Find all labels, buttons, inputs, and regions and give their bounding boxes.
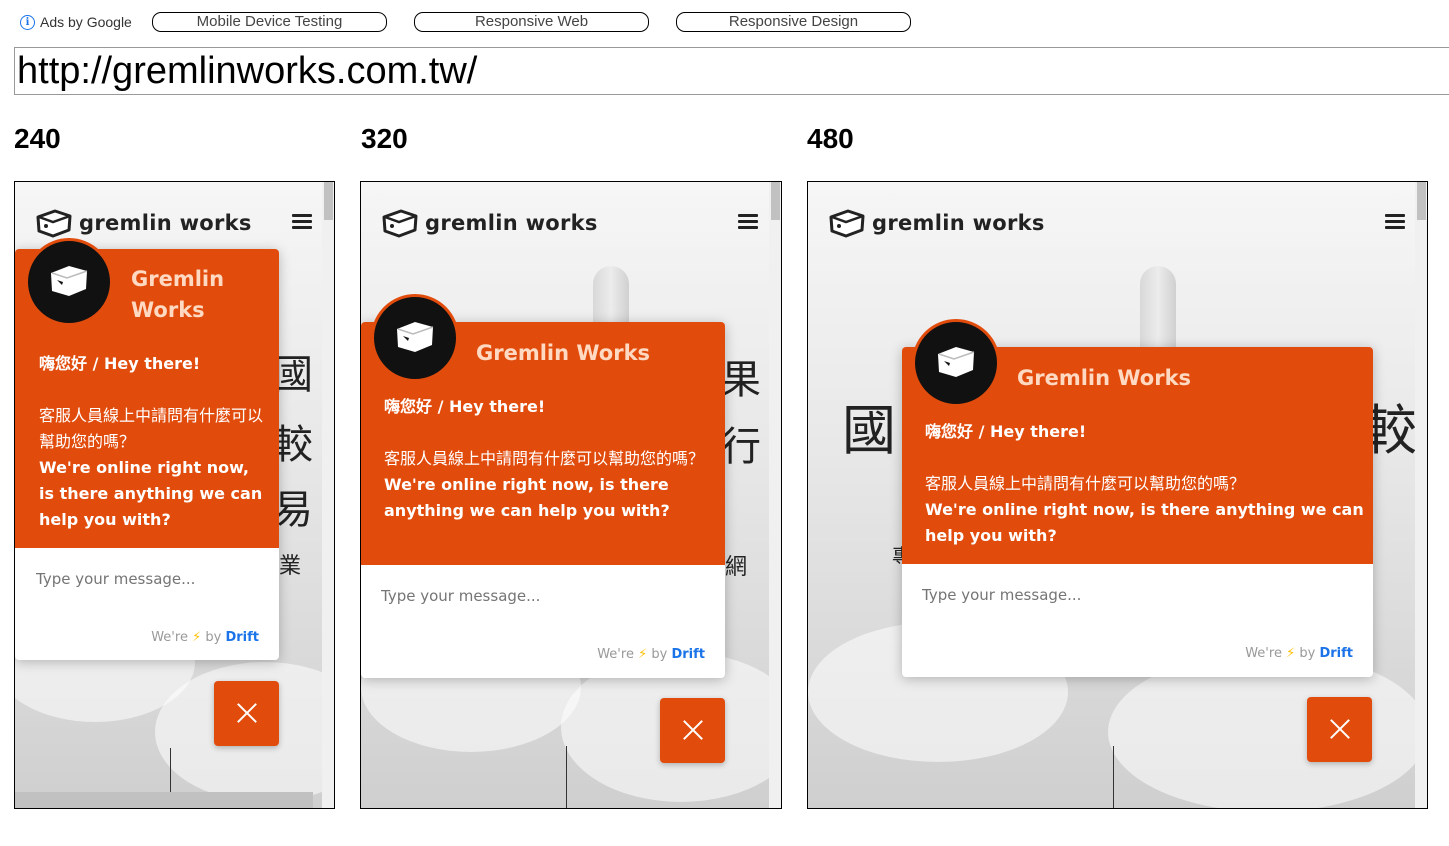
- scrollbar-thumb[interactable]: [1417, 182, 1426, 220]
- chat-question-en: We're online right now, is there anythin…: [925, 500, 1364, 545]
- info-icon[interactable]: i: [20, 14, 35, 30]
- divider-line: [566, 746, 567, 808]
- chat-greeting: 嗨您好 / Hey there!: [39, 354, 201, 373]
- horizontal-scrollbar[interactable]: [15, 792, 313, 808]
- scrollbar-thumb[interactable]: [324, 182, 333, 220]
- ad-link-mobile-device-testing[interactable]: Mobile Device Testing: [152, 12, 387, 32]
- drift-link[interactable]: Drift: [225, 630, 259, 645]
- site-logo-text: gremlin works: [425, 211, 598, 235]
- bot-avatar: [371, 294, 459, 382]
- vertical-scrollbar[interactable]: [322, 182, 334, 808]
- site-logo-text: gremlin works: [79, 211, 252, 235]
- chat-close-button[interactable]: [660, 698, 725, 763]
- vertical-scrollbar[interactable]: [1415, 182, 1427, 808]
- chat-close-button[interactable]: [1307, 697, 1372, 762]
- chat-header: Gremlin Works 嗨您好 / Hey there! 客服人員線上中請問…: [361, 294, 725, 565]
- chat-question-zh: 客服人員線上中請問有什麼可以幫助您的嗎？: [39, 406, 264, 451]
- chat-widget: Gremlin Works 嗨您好 / Hey there! 客服人員線上中請問…: [361, 294, 725, 678]
- site-logo-text: gremlin works: [872, 211, 1045, 235]
- background-text: 國: [842, 399, 896, 462]
- ads-label-text: Ads by Google: [40, 14, 132, 30]
- footer-were: We're: [1245, 646, 1282, 661]
- bot-cube-icon: [938, 347, 975, 377]
- chat-question-zh: 客服人員線上中請問有什麼可以幫助您的嗎？: [925, 474, 1246, 493]
- bolt-icon: ⚡: [192, 630, 202, 645]
- ad-link-responsive-design[interactable]: Responsive Design: [676, 12, 911, 32]
- site-header[interactable]: gremlin works: [828, 208, 1045, 238]
- drift-link[interactable]: Drift: [671, 647, 705, 662]
- vertical-scrollbar[interactable]: [769, 182, 781, 808]
- chat-question-en: We're online right now, is there anythin…: [39, 458, 263, 529]
- bot-avatar: [25, 238, 113, 326]
- divider-line: [1113, 746, 1114, 808]
- scrollbar-thumb[interactable]: [771, 182, 780, 220]
- chat-greeting: 嗨您好 / Hey there!: [925, 422, 1087, 441]
- footer-by: by: [651, 647, 668, 662]
- chat-header: Gremlin Works 嗨您好 / Hey there! 客服人員線上中請問…: [902, 319, 1373, 564]
- background-text: 果: [721, 357, 761, 403]
- chat-widget: Gremlin Works 嗨您好 / Hey there! 客服人員線上中請問…: [902, 319, 1373, 677]
- ads-bar: i Ads by Google: [20, 12, 132, 32]
- chat-message: 嗨您好 / Hey there! 客服人員線上中請問有什麼可以幫助您的嗎？ We…: [384, 394, 714, 524]
- background-text: 易: [273, 487, 313, 533]
- chat-message-input[interactable]: [36, 570, 261, 588]
- drift-footer[interactable]: We're ⚡ by Drift: [151, 630, 259, 645]
- chat-greeting: 嗨您好 / Hey there!: [384, 397, 546, 416]
- size-label-240: 240: [14, 123, 61, 154]
- size-label-480: 480: [807, 123, 854, 154]
- footer-were: We're: [151, 630, 188, 645]
- footer-by: by: [1299, 646, 1316, 661]
- chat-message: 嗨您好 / Hey there! 客服人員線上中請問有什麼可以幫助您的嗎？ We…: [39, 351, 269, 533]
- chat-question-en: We're online right now, is there anythin…: [384, 475, 670, 520]
- preview-frame-320[interactable]: gremlin works 果 行 網 Gremlin Works 嗨您好 / …: [360, 181, 782, 809]
- size-label-320: 320: [361, 123, 408, 154]
- hamburger-menu-icon[interactable]: [292, 214, 312, 230]
- gremlin-logo-icon: [35, 208, 73, 238]
- hamburger-menu-icon[interactable]: [1385, 214, 1405, 230]
- drift-link[interactable]: Drift: [1319, 646, 1353, 661]
- chat-message-input[interactable]: [381, 587, 701, 605]
- hamburger-menu-icon[interactable]: [738, 214, 758, 230]
- bolt-icon: ⚡: [638, 647, 648, 662]
- site-header[interactable]: gremlin works: [35, 208, 252, 238]
- bolt-icon: ⚡: [1286, 646, 1296, 661]
- bot-cube-icon: [397, 322, 434, 352]
- site-header[interactable]: gremlin works: [381, 208, 598, 238]
- drift-footer[interactable]: We're ⚡ by Drift: [1245, 646, 1353, 661]
- chat-widget: Gremlin Works 嗨您好 / Hey there! 客服人員線上中請問…: [15, 238, 279, 660]
- chat-message: 嗨您好 / Hey there! 客服人員線上中請問有什麼可以幫助您的嗎？ We…: [925, 419, 1365, 549]
- ads-by-google[interactable]: i Ads by Google: [20, 14, 132, 30]
- bot-cube-icon: [51, 266, 88, 296]
- chat-header: Gremlin Works 嗨您好 / Hey there! 客服人員線上中請問…: [15, 238, 279, 548]
- background-text: 網: [725, 555, 748, 580]
- drift-footer[interactable]: We're ⚡ by Drift: [597, 647, 705, 662]
- background-text: 行: [721, 424, 761, 470]
- footer-by: by: [205, 630, 222, 645]
- footer-were: We're: [597, 647, 634, 662]
- bot-name: Gremlin Works: [476, 341, 651, 365]
- gremlin-logo-icon: [381, 208, 419, 238]
- bot-avatar: [912, 319, 1000, 407]
- chat-close-button[interactable]: [214, 681, 279, 746]
- bot-name: Gremlin Works: [131, 267, 225, 322]
- ad-link-responsive-web[interactable]: Responsive Web: [414, 12, 649, 32]
- background-text: 國: [273, 352, 313, 398]
- background-text: 較: [273, 422, 313, 468]
- background-text: 業: [279, 554, 302, 579]
- gremlin-logo-icon: [828, 208, 866, 238]
- preview-frame-480[interactable]: gremlin works 國 較 專 Gremlin Works 嗨您好 / …: [807, 181, 1428, 809]
- chat-message-input[interactable]: [922, 586, 1342, 604]
- preview-frame-240[interactable]: gremlin works 國 較 易 業 Gremlin Works 嗨您好 …: [14, 181, 335, 809]
- bot-name: Gremlin Works: [1017, 366, 1192, 390]
- url-input[interactable]: [14, 47, 1449, 95]
- chat-question-zh: 客服人員線上中請問有什麼可以幫助您的嗎？: [384, 449, 705, 468]
